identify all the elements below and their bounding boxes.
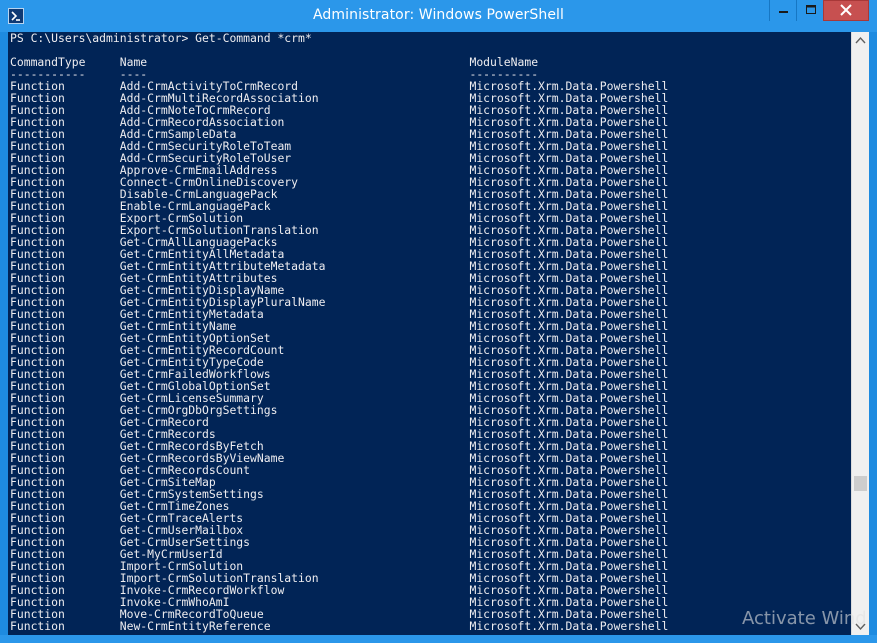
console-text: PS C:\Users\administrator> Get-Command *… [10, 32, 669, 633]
close-button[interactable] [823, 0, 869, 21]
maximize-icon [797, 0, 823, 20]
scrollbar-thumb[interactable] [854, 476, 867, 491]
vertical-scrollbar[interactable] [851, 32, 869, 635]
window-title: Administrator: Windows PowerShell [312, 7, 565, 23]
minimize-icon [770, 0, 796, 20]
minimize-button[interactable] [769, 0, 796, 21]
window-bottom-border [0, 635, 877, 643]
title-bar[interactable]: Administrator: Windows PowerShell [0, 0, 877, 32]
scroll-down-arrow-icon[interactable] [852, 618, 869, 635]
close-icon [824, 1, 868, 20]
maximize-button[interactable] [796, 0, 823, 21]
powershell-window: Administrator: Windows PowerShell PS C:\… [0, 0, 877, 643]
console-output[interactable]: PS C:\Users\administrator> Get-Command *… [8, 32, 851, 635]
scroll-up-arrow-icon[interactable] [852, 32, 869, 49]
